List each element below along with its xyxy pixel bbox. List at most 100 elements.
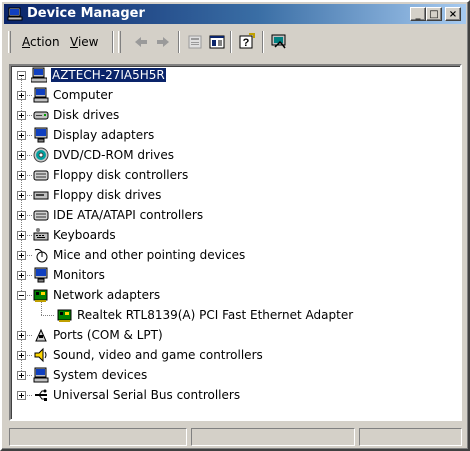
tree-category-label: Floppy disk drives	[53, 188, 162, 202]
maximize-button[interactable]: □	[426, 7, 442, 21]
menu-view[interactable]: View	[70, 35, 98, 49]
computer-icon	[31, 67, 47, 83]
tree-category-row[interactable]: Floppy disk controllers	[11, 166, 460, 184]
tree-category-row[interactable]: IDE ATA/ATAPI controllers	[11, 206, 460, 224]
tree-connector	[41, 302, 42, 316]
tree-device-label: Realtek RTL8139(A) PCI Fast Ethernet Ada…	[77, 308, 354, 322]
tree-category-label: Network adapters	[53, 288, 161, 302]
menu-view-label: iew	[77, 35, 99, 49]
tree-category-row[interactable]: Floppy disk drives	[11, 186, 460, 204]
expand-icon[interactable]	[17, 151, 26, 160]
expand-icon[interactable]	[17, 331, 26, 340]
tree-category-label: Keyboards	[53, 228, 116, 242]
tree-device-row[interactable]: Realtek RTL8139(A) PCI Fast Ethernet Ada…	[11, 302, 460, 324]
tree-category-row[interactable]: Sound, video and game controllers	[11, 346, 460, 364]
expand-icon[interactable]	[17, 91, 26, 100]
tree-category-label: Sound, video and game controllers	[53, 348, 263, 362]
tree-connector	[25, 215, 33, 216]
title-bar[interactable]: Device Manager _ □ ×	[4, 4, 466, 24]
tree-category-label: Computer	[53, 88, 113, 102]
expand-icon[interactable]	[17, 371, 26, 380]
tree-root-row[interactable]: AZTECH-27IA5H5R	[11, 66, 460, 84]
tree-category-label: System devices	[53, 368, 148, 382]
window-title: Device Manager	[27, 6, 145, 21]
tree-category-row[interactable]: System devices	[11, 366, 460, 384]
controller-icon	[33, 210, 49, 221]
svg-text:?: ?	[243, 37, 250, 49]
status-cell-3	[359, 428, 462, 446]
close-button[interactable]: ×	[445, 7, 461, 21]
expand-icon[interactable]	[17, 251, 26, 260]
floppy-drive-icon	[33, 191, 49, 200]
toolbar-grip[interactable]	[8, 31, 11, 53]
tree-category-row[interactable]: Network adapters	[11, 286, 460, 304]
scan-hardware-icon[interactable]	[270, 33, 288, 51]
tree-category-label: DVD/CD-ROM drives	[53, 148, 175, 162]
back-arrow-icon[interactable]	[132, 33, 150, 51]
minimize-icon: _	[415, 9, 421, 20]
menu-action-label: ction	[30, 35, 60, 49]
disk-drive-icon	[33, 111, 49, 120]
expand-icon[interactable]	[17, 271, 26, 280]
tree-connector	[25, 395, 33, 396]
tree-category-row[interactable]: Disk drives	[11, 106, 460, 124]
tree-category-label: Floppy disk controllers	[53, 168, 189, 182]
expand-icon[interactable]	[17, 231, 26, 240]
expand-icon[interactable]	[17, 131, 26, 140]
tree-category-row[interactable]: Universal Serial Bus controllers	[11, 386, 460, 404]
tree-connector	[25, 115, 33, 116]
tree-category-row[interactable]: Computer	[11, 86, 460, 104]
toolbar-separator	[112, 31, 114, 53]
tree-category-row[interactable]: Ports (COM & LPT)	[11, 326, 460, 344]
tree-category-row[interactable]: Monitors	[11, 266, 460, 284]
status-cell-2	[191, 428, 355, 446]
tree-category-row[interactable]: Display adapters	[11, 126, 460, 144]
tree-connector	[25, 155, 33, 156]
tree-connector	[25, 355, 33, 356]
menu-action[interactable]: Action	[22, 35, 60, 49]
expand-icon[interactable]	[17, 191, 26, 200]
controller-icon	[33, 170, 49, 181]
computer-icon	[33, 367, 49, 383]
expand-icon[interactable]	[17, 351, 26, 360]
tree-connector	[25, 375, 33, 376]
tree-root-label: AZTECH-27IA5H5R	[51, 68, 166, 82]
expand-icon[interactable]	[17, 391, 26, 400]
port-icon	[35, 328, 47, 342]
tree-category-label: Universal Serial Bus controllers	[53, 388, 241, 402]
toolbar-separator	[262, 31, 264, 53]
expand-icon[interactable]	[17, 111, 26, 120]
toolbar-separator	[230, 31, 232, 53]
minimize-button[interactable]: _	[410, 7, 426, 21]
device-manager-icon	[7, 7, 23, 21]
speaker-icon	[34, 347, 47, 363]
monitor-icon	[34, 267, 48, 283]
status-cell-1	[9, 428, 187, 446]
menu-view-accel: V	[70, 35, 78, 49]
tree-connector	[25, 275, 33, 276]
tree-category-row[interactable]: Mice and other pointing devices	[11, 246, 460, 264]
console-tree-icon[interactable]	[208, 33, 226, 51]
help-icon[interactable]: ?	[238, 33, 256, 51]
tree-category-row[interactable]: Keyboards	[11, 226, 460, 244]
close-icon: ×	[448, 9, 458, 20]
network-card-icon	[33, 289, 48, 302]
computer-icon	[33, 87, 49, 103]
keyboard-icon	[33, 228, 49, 241]
cdrom-icon	[33, 147, 49, 163]
tree-category-label: IDE ATA/ATAPI controllers	[53, 208, 204, 222]
device-manager-window: Device Manager _ □ × Action View ? AZTEC…	[0, 0, 470, 451]
tree-category-row[interactable]: DVD/CD-ROM drives	[11, 146, 460, 164]
forward-arrow-icon[interactable]	[154, 33, 172, 51]
tree-category-label: Monitors	[53, 268, 105, 282]
collapse-icon[interactable]	[17, 291, 26, 300]
device-tree[interactable]: AZTECH-27IA5H5R Computer Disk drives Displ…	[9, 64, 462, 421]
status-bar	[9, 428, 462, 446]
expand-icon[interactable]	[17, 211, 26, 220]
properties-list-icon[interactable]	[186, 33, 204, 51]
toolbar-grip-2[interactable]	[118, 31, 121, 53]
mouse-icon	[34, 248, 48, 263]
expand-icon[interactable]	[17, 171, 26, 180]
tree-connector	[25, 175, 33, 176]
toolbar: Action View ?	[6, 28, 464, 56]
